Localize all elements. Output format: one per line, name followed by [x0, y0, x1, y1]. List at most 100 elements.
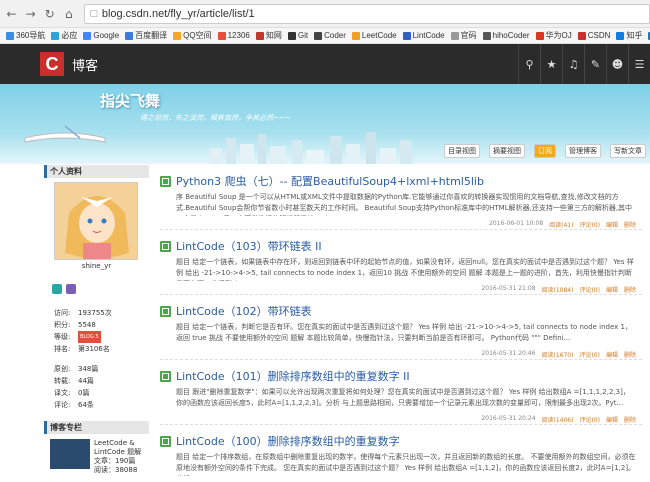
menu-icon[interactable]: ☰ [628, 44, 650, 84]
bookmark-item[interactable]: Google [83, 31, 119, 40]
bell-icon[interactable]: ♫ [562, 44, 584, 84]
delete-link[interactable]: 删除 [624, 285, 636, 294]
article-comments[interactable]: 评论(0) [579, 285, 600, 294]
bookmark-item[interactable]: 必应 [51, 30, 77, 41]
banner-link[interactable]: 摘要视图 [489, 144, 525, 158]
user-icon[interactable]: ☻ [606, 44, 628, 84]
address-bar[interactable]: ▢ blog.csdn.net/fly_yr/article/list/1 [84, 3, 650, 24]
article-reads[interactable]: 阅读(41) [549, 220, 573, 229]
stat-value: BLOG 5 [78, 331, 101, 343]
stat-row: 译文: 0篇 [54, 387, 112, 399]
article-meta: 2016-06-01 10:08 阅读(41) 评论(0) 编辑 删除 [483, 220, 636, 229]
original-badge-icon [160, 305, 171, 317]
edit-link[interactable]: 编辑 [606, 415, 618, 424]
bookmark-item[interactable]: 知网 [255, 30, 282, 41]
bookmark-item[interactable]: QQ空间 [173, 30, 212, 41]
bookmark-label: 知乎 [626, 31, 643, 40]
bookmark-item[interactable]: Coder [314, 31, 346, 40]
bookmark-label: LeetCode [361, 31, 397, 40]
stat-label: 访问: [54, 309, 71, 317]
special-thumbnail[interactable] [50, 439, 90, 469]
article-title[interactable]: LintCode（102）带环链表 [176, 303, 312, 319]
reload-icon[interactable]: ↻ [42, 7, 57, 21]
article-summary: 题目 给定一个链表，如果链表中存在环，则返回到链表中环的起始节点的值，如果没有环… [176, 258, 634, 281]
article-title[interactable]: LintCode（101）删除排序数组中的重复数字 II [176, 368, 410, 384]
delete-link[interactable]: 删除 [624, 415, 636, 424]
bookmark-item[interactable]: 百度翻译 [125, 30, 167, 41]
star-icon[interactable]: ★ [540, 44, 562, 84]
forward-icon[interactable]: → [23, 7, 38, 21]
original-badge-icon [160, 175, 171, 187]
article-comments[interactable]: 评论(0) [579, 350, 600, 359]
article-item: Python3 爬虫（七）-- 配置BeautifulSoup4+lxml+ht… [160, 165, 642, 230]
banner-link[interactable]: 目录视图 [444, 144, 480, 158]
article-date: 2016-05-31 20:24 [481, 415, 536, 422]
article-title[interactable]: LintCode（103）带环链表 II [176, 238, 322, 254]
username[interactable]: shine_yr [44, 262, 149, 270]
csdn-logo[interactable]: C [40, 52, 64, 76]
home-icon[interactable]: ⌂ [61, 7, 76, 21]
bookmark-item[interactable]: LeetCode [351, 31, 397, 40]
special-line[interactable]: LintCode 题解 [94, 448, 141, 457]
sidebar: 个人资料 shine_yr 访问: 193755次积分: 5548 等级: BLOG 5… [44, 165, 149, 482]
article-summary: 题目 给定一个链表，判断它是否有环。您在真实的面试中是否遇到过这个题？ Yes … [176, 323, 632, 342]
bookmark-label: QQ空间 [183, 31, 212, 40]
edit-link[interactable]: 编辑 [606, 350, 618, 359]
bookmark-label: Coder [324, 31, 346, 40]
article-title[interactable]: Python3 爬虫（七）-- 配置BeautifulSoup4+lxml+ht… [176, 173, 484, 189]
article-reads[interactable]: 阅读(1406) [542, 415, 574, 424]
article-comments[interactable]: 评论(0) [579, 415, 600, 424]
stat-label: 译文: [54, 389, 71, 397]
article-reads[interactable]: 阅读(1670) [542, 350, 574, 359]
banner-link[interactable]: 写新文章 [610, 144, 646, 158]
bookmark-label: CSDN [587, 31, 611, 40]
article-comments[interactable]: 评论(0) [579, 220, 600, 229]
bookmarks-bar: 360导航 必应 Google 百度翻译 QQ空间 12306 知网 Git Coder Leet… [0, 28, 650, 44]
special-item[interactable]: LeetCode & LintCode 题解 文章：190篇 阅读：38088 [50, 439, 141, 475]
special-heading: 博客专栏 [44, 421, 149, 434]
bookmark-label: 官码 [460, 31, 477, 40]
search-icon[interactable]: ⚲ [518, 44, 540, 84]
stat-value: 193755次 [78, 309, 112, 317]
edit-icon[interactable]: ✎ [584, 44, 606, 84]
bookmark-item[interactable]: 360导航 [6, 30, 45, 41]
bookmark-item[interactable]: CSDN [577, 31, 611, 40]
browser-toolbar: ← → ↻ ⌂ ▢ blog.csdn.net/fly_yr/article/l… [0, 0, 650, 28]
article-reads[interactable]: 阅读(1084) [542, 285, 574, 294]
delete-link[interactable]: 删除 [624, 350, 636, 359]
stat-row: 等级: BLOG 5 [54, 331, 112, 343]
stat-row: 转载: 44篇 [54, 375, 112, 387]
url-text: blog.csdn.net/fly_yr/article/list/1 [101, 7, 255, 20]
banner-link[interactable]: 管理博客 [565, 144, 601, 158]
avatar[interactable] [54, 182, 138, 260]
stat-label: 积分: [54, 321, 71, 329]
edit-link[interactable]: 编辑 [606, 220, 618, 229]
stat-label: 等级: [54, 333, 71, 341]
bookmark-icon [577, 31, 586, 40]
bookmark-item[interactable]: 知乎 [616, 30, 642, 41]
article-title[interactable]: LintCode（100）删除排序数组中的重复数字 [176, 433, 400, 449]
book-illustration [24, 125, 106, 143]
banner-link[interactable]: 订阅 [534, 144, 556, 158]
bookmark-item[interactable]: hihoCoder [482, 31, 530, 40]
bookmark-item[interactable]: 12306 [217, 31, 250, 40]
article-item: LintCode（103）带环链表 II 题目 给定一个链表，如果链表中存在环，则… [160, 230, 642, 295]
bookmark-item[interactable]: 华为OJ [535, 30, 572, 41]
medal-icon[interactable] [52, 284, 62, 294]
bookmark-item[interactable]: Git [287, 31, 308, 40]
article-item: LintCode（100）删除排序数组中的重复数字 题目 给定一个排序数组，在原数… [160, 425, 642, 482]
edit-link[interactable]: 编辑 [606, 285, 618, 294]
bookmark-item[interactable]: 官码 [450, 30, 477, 41]
back-icon[interactable]: ← [4, 7, 19, 21]
bookmark-item[interactable]: LintCode [402, 31, 445, 40]
stat-row: 积分: 5548 [54, 319, 112, 331]
stat-label: 原创: [54, 365, 71, 373]
special-line[interactable]: LeetCode & [94, 439, 141, 448]
bookmark-label: 百度翻译 [135, 31, 168, 40]
site-title[interactable]: 博客 [72, 55, 98, 74]
city-skyline [210, 132, 412, 164]
profile-heading: 个人资料 [44, 165, 149, 178]
medal-icon[interactable] [66, 284, 76, 294]
stat-value: 64条 [78, 401, 94, 409]
delete-link[interactable]: 删除 [624, 220, 636, 229]
